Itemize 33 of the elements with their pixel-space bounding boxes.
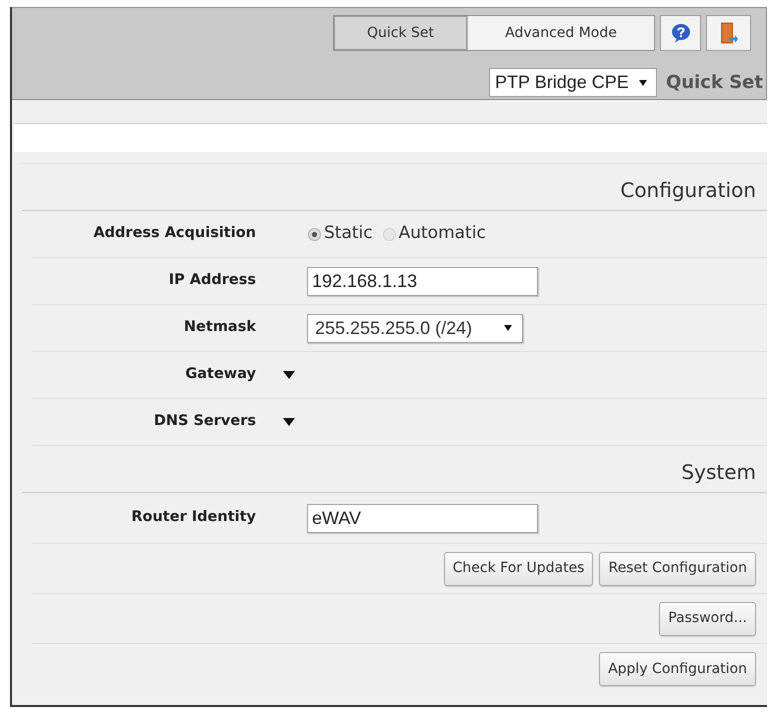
logout-button[interactable]: [706, 15, 751, 51]
netmask-dropdown[interactable]: 255.255.255.0 (/24): [307, 314, 523, 342]
radio-button[interactable]: [382, 228, 396, 240]
action-button[interactable]: Check For Updates: [444, 552, 594, 586]
mode-tab[interactable]: Advanced Mode: [467, 16, 654, 50]
action-button[interactable]: Password...: [659, 602, 756, 636]
radio-button[interactable]: [308, 228, 321, 240]
text-input[interactable]: 192.168.1.13: [307, 266, 538, 296]
field-label: DNS Servers: [152, 412, 256, 432]
dropdown-value: 255.255.255.0 (/24): [315, 316, 472, 340]
section-heading: System: [681, 459, 756, 486]
field-label: Router Identity: [130, 508, 256, 528]
help-button[interactable]: [660, 15, 701, 51]
text-input[interactable]: eWAV: [307, 504, 538, 532]
mode-dropdown[interactable]: PTP Bridge CPE: [489, 68, 658, 97]
radio-label[interactable]: Automatic: [398, 221, 486, 247]
radio-label[interactable]: Static: [324, 221, 373, 247]
page-title: Quick Set: [666, 71, 763, 95]
section-heading: Configuration: [620, 177, 756, 204]
expand-triangle-icon[interactable]: [283, 418, 295, 426]
field-label: Netmask: [182, 318, 256, 338]
field-label: Gateway: [184, 365, 256, 384]
dropdown-value: PTP Bridge CPE: [495, 71, 629, 94]
action-button[interactable]: Reset Configuration: [599, 552, 756, 586]
expand-triangle-icon[interactable]: [283, 371, 295, 379]
caret-icon: [639, 80, 648, 86]
mode-tab[interactable]: Quick Set: [334, 16, 467, 50]
field-label: Address Acquisition: [92, 224, 256, 244]
help-icon: [670, 23, 690, 43]
field-label: IP Address: [168, 271, 256, 290]
caret-icon: [504, 325, 512, 331]
exit-door-icon: [720, 22, 738, 44]
action-button[interactable]: Apply Configuration: [599, 652, 756, 686]
